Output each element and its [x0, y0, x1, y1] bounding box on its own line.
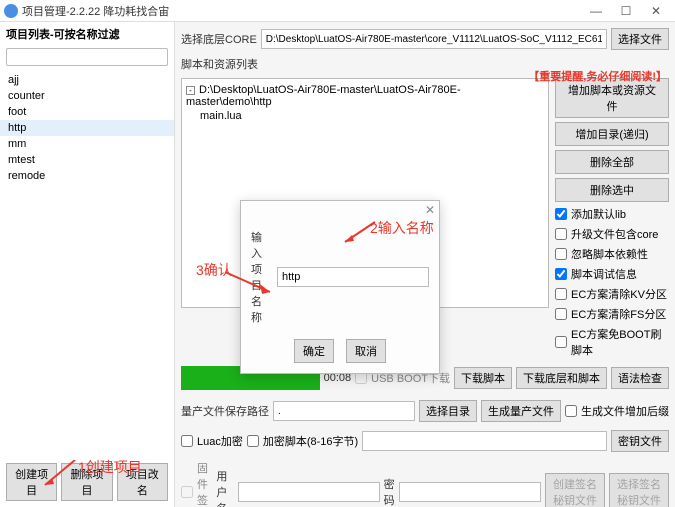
download-script-button[interactable]: 下载脚本: [454, 367, 512, 389]
dialog-ok-button[interactable]: 确定: [294, 339, 334, 363]
sign-pwd-input: [399, 482, 541, 502]
clear-selected-button[interactable]: 删除选中: [555, 178, 669, 202]
delete-project-button[interactable]: 删除项目: [61, 463, 112, 501]
check-ignore-dep[interactable]: 忽略脚本依赖性: [555, 246, 669, 262]
collapse-icon[interactable]: -: [186, 86, 195, 95]
luac-encrypt-check[interactable]: Luac加密: [181, 433, 243, 449]
dialog-close-icon[interactable]: ✕: [425, 203, 435, 217]
clear-all-button[interactable]: 删除全部: [555, 150, 669, 174]
project-item[interactable]: ajj: [0, 72, 174, 88]
core-path-input[interactable]: [261, 29, 607, 49]
check-ec-kv[interactable]: EC方案清除KV分区: [555, 286, 669, 302]
firmware-sign-check[interactable]: 固件签名: [181, 460, 212, 507]
add-dir-button[interactable]: 增加目录(递归): [555, 122, 669, 146]
maximize-button[interactable]: ☐: [611, 2, 641, 20]
sidebar: 项目列表-可按名称过滤 ajj counter foot http mm mte…: [0, 22, 175, 507]
dialog-name-input[interactable]: [277, 267, 429, 287]
check-ec-boot[interactable]: EC方案免BOOT刷脚本: [555, 326, 669, 358]
encrypt-key-input[interactable]: [362, 431, 607, 451]
project-item[interactable]: foot: [0, 104, 174, 120]
sidebar-header: 项目列表-可按名称过滤: [0, 22, 174, 46]
download-core-button[interactable]: 下载底层和脚本: [516, 367, 607, 389]
tree-root[interactable]: -D:\Desktop\LuatOS-Air780E-master\LuatOS…: [186, 83, 544, 109]
tree-item[interactable]: main.lua: [186, 109, 544, 123]
create-key-button: 创建签名秘钥文件: [545, 473, 605, 507]
check-default-lib[interactable]: 添加默认lib: [555, 206, 669, 222]
gen-mass-button[interactable]: 生成量产文件: [481, 400, 561, 422]
mass-label: 量产文件保存路径: [181, 403, 269, 419]
check-ec-fs[interactable]: EC方案清除FS分区: [555, 306, 669, 322]
create-project-button[interactable]: 创建项目: [6, 463, 57, 501]
input-dialog: ✕ 输入项目名称 确定 取消: [240, 200, 440, 374]
scripts-label: 脚本和资源列表: [181, 56, 258, 72]
choose-dir-button[interactable]: 选择目录: [419, 400, 477, 422]
dialog-label: 输入项目名称: [251, 229, 271, 325]
syntax-check-button[interactable]: 语法检查: [611, 367, 669, 389]
right-options: 增加脚本或资源文件 增加目录(递归) 删除全部 删除选中 添加默认lib 升级文…: [555, 78, 669, 358]
titlebar: 项目管理-2.2.22 降功耗找合宙 — ☐ ✕: [0, 0, 675, 22]
project-item[interactable]: mtest: [0, 152, 174, 168]
choose-key-button: 选择签名秘钥文件: [609, 473, 669, 507]
gen-upgrade-check[interactable]: 生成文件增加后缀: [565, 403, 669, 419]
warning-text: 【重要提醒,务必仔细阅读!】: [528, 68, 667, 84]
minimize-button[interactable]: —: [581, 2, 611, 20]
project-item[interactable]: mm: [0, 136, 174, 152]
mass-path-input[interactable]: [273, 401, 415, 421]
app-icon: [4, 4, 18, 18]
close-button[interactable]: ✕: [641, 2, 671, 20]
sign-user-input: [238, 482, 380, 502]
choose-core-button[interactable]: 选择文件: [611, 28, 669, 50]
script-encrypt-check[interactable]: 加密脚本(8-16字节): [247, 433, 358, 449]
add-script-button[interactable]: 增加脚本或资源文件: [555, 78, 669, 118]
project-item[interactable]: http: [0, 120, 174, 136]
project-item[interactable]: remode: [0, 168, 174, 184]
dialog-cancel-button[interactable]: 取消: [346, 339, 386, 363]
project-item[interactable]: counter: [0, 88, 174, 104]
check-upgrade-core[interactable]: 升级文件包含core: [555, 226, 669, 242]
check-debug-info[interactable]: 脚本调试信息: [555, 266, 669, 282]
core-label: 选择底层CORE: [181, 31, 257, 47]
filter-input[interactable]: [6, 48, 168, 66]
rename-project-button[interactable]: 项目改名: [117, 463, 168, 501]
project-list[interactable]: ajj counter foot http mm mtest remode: [0, 68, 174, 457]
key-file-button[interactable]: 密钥文件: [611, 430, 669, 452]
window-title: 项目管理-2.2.22 降功耗找合宙: [22, 3, 581, 19]
